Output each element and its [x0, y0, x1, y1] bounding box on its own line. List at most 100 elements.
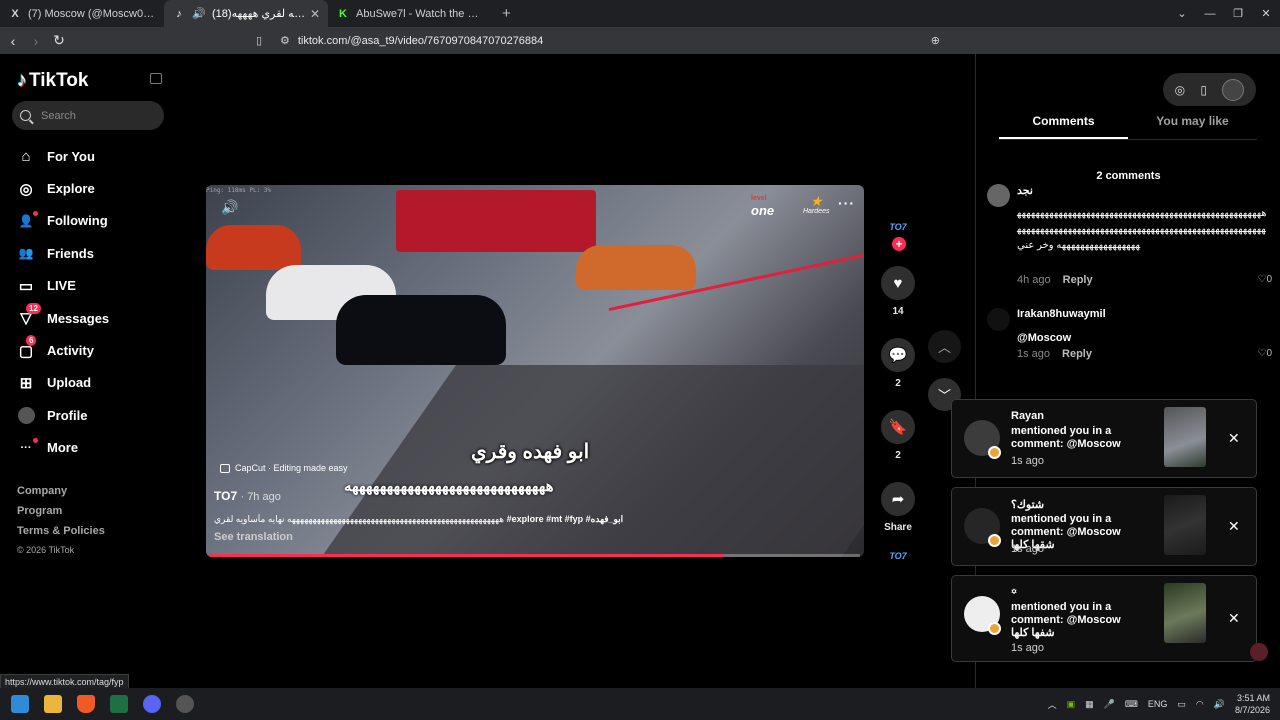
keyboard-icon[interactable]: ⌨ [1125, 699, 1138, 710]
language-indicator[interactable]: ENG [1148, 699, 1168, 709]
collapse-sidebar-icon[interactable] [150, 73, 162, 84]
bookmark-icon[interactable]: 🔖 [881, 410, 915, 444]
reply-button[interactable]: Reply [1063, 274, 1093, 286]
close-icon[interactable]: ✕ [1228, 610, 1240, 627]
nav-following[interactable]: 👤 Following [17, 205, 109, 237]
volume-icon[interactable]: 🔊 [221, 199, 238, 216]
nav-messages[interactable]: ▽ 12 Messages [17, 302, 109, 334]
heart-icon[interactable]: ♥ [881, 266, 915, 300]
display-icon[interactable]: ▭ [1177, 699, 1186, 710]
nav-for-you[interactable]: ⌂ For You [17, 140, 109, 172]
brave-browser-icon[interactable] [77, 695, 95, 713]
reload-icon[interactable]: ↻ [49, 32, 69, 49]
tab-comments[interactable]: Comments [999, 114, 1128, 139]
explore-compass-icon[interactable]: ◎ [1175, 83, 1185, 97]
microphone-icon[interactable]: 🎤 [1104, 699, 1115, 710]
close-tab-icon[interactable]: ✕ [310, 7, 320, 21]
steam-icon[interactable] [176, 695, 194, 713]
mention-notification[interactable]: شتوك؟ mentioned you in a comment: @Mosco… [951, 487, 1257, 566]
minimize-button[interactable]: — [1196, 8, 1224, 20]
star-icon: ★ [809, 193, 823, 209]
mention-notification[interactable]: ꙳ mentioned you in a comment: @Moscow شف… [951, 575, 1257, 662]
tiktok-icon: ♪ [176, 7, 182, 20]
see-translation-link[interactable]: See translation [214, 531, 293, 543]
reply-button[interactable]: Reply [1062, 348, 1092, 360]
file-explorer-icon[interactable] [44, 695, 62, 713]
nav-upload[interactable]: ⊞ Upload [17, 367, 109, 399]
video-author[interactable]: TO7 · 7h ago [214, 489, 281, 503]
comment-like[interactable]: ♡0 [1257, 348, 1272, 359]
phone-icon[interactable]: ▯ [1200, 83, 1207, 97]
back-icon[interactable]: ‹ [3, 33, 23, 49]
notification-thumbnail[interactable] [1164, 583, 1206, 643]
close-window-button[interactable]: ✕ [1252, 7, 1280, 20]
bookmark-icon[interactable]: ▯ [256, 34, 270, 47]
new-tab-button[interactable]: + [502, 0, 511, 27]
comment-like[interactable]: ♡0 [1257, 274, 1272, 285]
clock[interactable]: 3:51 AM 8/7/2026 [1235, 692, 1270, 716]
comment-icon[interactable]: 💬 [881, 338, 915, 372]
nav-friends[interactable]: 👥 Friends [17, 237, 109, 269]
comment-action[interactable]: 💬 2 [878, 338, 918, 389]
volume-icon[interactable]: 🔊 [1214, 699, 1225, 710]
nav-label: LIVE [47, 278, 76, 294]
nav-live[interactable]: ▭ LIVE [17, 270, 109, 302]
more-options-icon[interactable]: ··· [838, 195, 855, 211]
friends-icon: 👥 [18, 246, 34, 261]
follow-plus-icon[interactable]: + [892, 237, 906, 251]
notification-thumbnail[interactable] [1164, 407, 1206, 467]
nav-profile[interactable]: Profile [17, 399, 109, 431]
close-icon[interactable]: ✕ [1228, 518, 1240, 535]
notification-time: 1s ago [1011, 642, 1045, 654]
footer-company-link[interactable]: Company [17, 485, 105, 505]
nav-explore[interactable]: ◎ Explore [17, 172, 109, 204]
excel-icon[interactable] [110, 695, 128, 713]
notification-thumbnail[interactable] [1164, 495, 1206, 555]
hashtag-links[interactable]: #explore #mt #fyp [507, 514, 584, 524]
footer-program-link[interactable]: Program [17, 505, 105, 525]
restore-button[interactable]: ❐ [1224, 7, 1252, 20]
nav-more[interactable]: ··· More [17, 432, 109, 464]
chevron-up-icon[interactable]: ︿ [1048, 698, 1057, 711]
commenter-avatar[interactable] [987, 184, 1010, 207]
previous-video-button[interactable]: ︿ [928, 330, 961, 363]
commenter-name[interactable]: نجد [1017, 184, 1033, 197]
forward-icon[interactable]: › [26, 33, 46, 49]
tab-you-may-like[interactable]: You may like [1128, 114, 1257, 140]
discord-icon[interactable] [143, 695, 161, 713]
save-action[interactable]: 🔖 2 [878, 410, 918, 461]
floating-action-icon[interactable] [1250, 643, 1268, 661]
windows-start-icon[interactable] [11, 695, 29, 713]
notification-time: 1s ago [1011, 455, 1045, 467]
tab-x[interactable]: X (7) Moscow (@Moscw0) / X [0, 0, 164, 27]
mention-notification[interactable]: Rayan mentioned you in a comment: @Mosco… [951, 399, 1257, 478]
creator-avatar[interactable]: TO7 + [885, 214, 911, 251]
commenter-avatar[interactable] [987, 308, 1010, 331]
url-field[interactable]: ▯ ⚙ tiktok.com/@asa_t9/video/76709708470… [256, 30, 1000, 51]
description-text: هههههههههههههههههههههههههههههههههههههههه… [214, 514, 507, 524]
network-icon[interactable]: ▦ [1085, 699, 1094, 710]
nav-activity[interactable]: ▢ 6 Activity [17, 334, 109, 366]
share-action[interactable]: ➦ Share [878, 482, 918, 533]
close-icon[interactable]: ✕ [1228, 430, 1240, 447]
tab-search-icon[interactable]: ⌄ [1168, 7, 1196, 20]
video-player[interactable]: Ping: 118ms PL: 3% 🔊 level one ★ Hardees ·… [206, 185, 864, 557]
wifi-icon[interactable]: ◠ [1196, 699, 1204, 710]
search-input[interactable]: Search [12, 101, 164, 130]
nvidia-icon[interactable]: ▣ [1067, 699, 1076, 710]
footer-terms-link[interactable]: Terms & Policies [17, 525, 105, 545]
x-logo-icon: X [11, 7, 19, 20]
like-action[interactable]: ♥ 14 [878, 266, 918, 317]
tab-kick[interactable]: K AbuSwe7l - Watch the VOD on Kick [328, 0, 492, 27]
commenter-name[interactable]: Irakan8huwaymil [1017, 308, 1106, 320]
tiktok-logo[interactable]: ♪ TikTok [17, 69, 88, 92]
hashtag-link[interactable]: #ابو_فهده [583, 514, 624, 524]
tab-tiktok[interactable]: ♪ 🔊 (18)نهاية مأساويه لقري ههههه ✕ [164, 0, 328, 27]
capcut-label[interactable]: CapCut · Editing made easy [220, 463, 348, 473]
site-info-icon[interactable]: ⚙ [280, 34, 290, 47]
music-disc[interactable]: TO7 [885, 543, 911, 569]
zoom-icon[interactable]: ⊕ [931, 34, 940, 47]
speaker-icon[interactable]: 🔊 [192, 7, 206, 21]
share-icon[interactable]: ➦ [881, 482, 915, 516]
user-avatar[interactable] [1222, 78, 1245, 101]
